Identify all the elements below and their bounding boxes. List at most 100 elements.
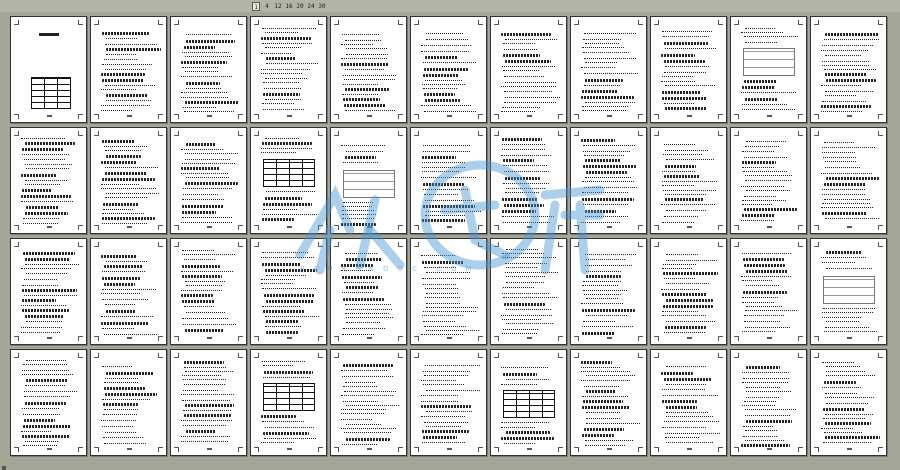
page-crop-mark: [398, 336, 403, 341]
page-thumbnail[interactable]: [810, 127, 887, 234]
text-line: [744, 401, 776, 403]
page-thumbnail[interactable]: [330, 16, 407, 123]
page-crop-mark: [574, 447, 579, 452]
text-line: [665, 326, 706, 329]
page-thumbnail[interactable]: [330, 238, 407, 345]
page-crop-mark: [158, 447, 163, 452]
page-thumbnail[interactable]: [170, 127, 247, 234]
page-thumbnail[interactable]: [90, 349, 167, 456]
page-thumbnail[interactable]: [810, 16, 887, 123]
page-number-mark: [127, 115, 132, 117]
page-thumbnail[interactable]: [170, 238, 247, 345]
text-line: [583, 151, 630, 153]
page-thumbnail[interactable]: [490, 16, 567, 123]
page-number-mark: [447, 226, 452, 228]
page-thumbnail[interactable]: [810, 238, 887, 345]
zoom-option[interactable]: 16: [285, 2, 293, 11]
page-thumbnail[interactable]: [330, 349, 407, 456]
page-crop-mark: [318, 20, 323, 25]
text-line: [505, 39, 557, 41]
page-thumbnail[interactable]: [10, 16, 87, 123]
page-crop-mark: [734, 336, 739, 341]
text-line: [341, 419, 372, 421]
page-thumbnail[interactable]: [410, 16, 487, 123]
page-thumbnail[interactable]: [650, 16, 727, 123]
page-thumbnail[interactable]: [410, 349, 487, 456]
text-line: [822, 387, 861, 389]
page-thumbnail[interactable]: [90, 16, 167, 123]
page-thumbnail[interactable]: [250, 16, 327, 123]
page-thumbnail[interactable]: [810, 349, 887, 456]
zoom-option[interactable]: 20: [296, 2, 304, 11]
page-thumbnail[interactable]: [330, 127, 407, 234]
page-thumbnail[interactable]: [10, 127, 87, 234]
page-thumbnail[interactable]: [250, 349, 327, 456]
zoom-option[interactable]: 12: [274, 2, 282, 11]
text-line: [103, 209, 133, 211]
page-crop-mark: [238, 225, 243, 230]
text-line: [663, 395, 718, 397]
page-number-mark: [127, 226, 132, 228]
page-thumbnail[interactable]: [490, 238, 567, 345]
page-crop-mark: [174, 114, 179, 119]
page-thumbnail[interactable]: [250, 127, 327, 234]
text-line: [746, 285, 779, 287]
text-line: [185, 281, 225, 283]
page-thumbnail[interactable]: [250, 238, 327, 345]
page-thumbnail[interactable]: [570, 16, 647, 123]
data-table: [263, 383, 315, 411]
page-thumbnail[interactable]: [10, 349, 87, 456]
text-line: [342, 218, 374, 220]
page-thumbnail[interactable]: [410, 238, 487, 345]
page-crop-mark: [78, 225, 83, 230]
page-thumbnail[interactable]: [570, 349, 647, 456]
text-line: [425, 288, 458, 290]
zoom-option[interactable]: 30: [318, 2, 326, 11]
page-thumbnail[interactable]: [570, 238, 647, 345]
page-thumbnail[interactable]: [730, 16, 807, 123]
text-line: [821, 173, 872, 175]
text-line: [582, 326, 633, 328]
page-thumbnail[interactable]: [730, 349, 807, 456]
zoom-selector[interactable]: 1 4 12 16 20 24 30: [252, 0, 326, 12]
text-line: [262, 252, 308, 254]
text-line: [345, 40, 381, 42]
page-thumbnail[interactable]: [90, 127, 167, 234]
page-thumbnail[interactable]: [90, 238, 167, 345]
page-thumbnail[interactable]: [490, 349, 567, 456]
page-thumbnail[interactable]: [730, 127, 807, 234]
zoom-option[interactable]: 1: [252, 1, 260, 11]
page-thumbnail[interactable]: [650, 238, 727, 345]
text-line: [662, 31, 712, 33]
page-thumbnail[interactable]: [650, 349, 727, 456]
page-crop-mark: [254, 131, 259, 136]
text-line: [104, 443, 146, 445]
page-crop-mark: [174, 336, 179, 341]
text-line: [22, 148, 63, 151]
zoom-option[interactable]: 24: [307, 2, 315, 11]
text-line: [102, 79, 144, 82]
page-thumbnail[interactable]: [10, 238, 87, 345]
page-thumbnail[interactable]: [490, 127, 567, 234]
text-line: [426, 293, 458, 295]
page-crop-mark: [878, 447, 883, 452]
text-line: [181, 149, 223, 151]
text-line: [422, 278, 470, 280]
zoom-option[interactable]: 4: [263, 2, 271, 11]
text-line: [341, 44, 373, 46]
text-line: [506, 267, 537, 269]
text-line: [423, 205, 475, 208]
page-thumbnail[interactable]: [650, 127, 727, 234]
text-line: [665, 150, 708, 152]
text-line: [343, 202, 373, 204]
page-thumbnail[interactable]: [730, 238, 807, 345]
text-line: [262, 421, 304, 423]
page-crop-mark: [814, 131, 819, 136]
text-line: [425, 200, 474, 202]
page-crop-mark: [158, 114, 163, 119]
page-thumbnail[interactable]: [170, 16, 247, 123]
page-thumbnail[interactable]: [570, 127, 647, 234]
page-thumbnail[interactable]: [410, 127, 487, 234]
page-thumbnail[interactable]: [170, 349, 247, 456]
text-line: [822, 61, 869, 63]
